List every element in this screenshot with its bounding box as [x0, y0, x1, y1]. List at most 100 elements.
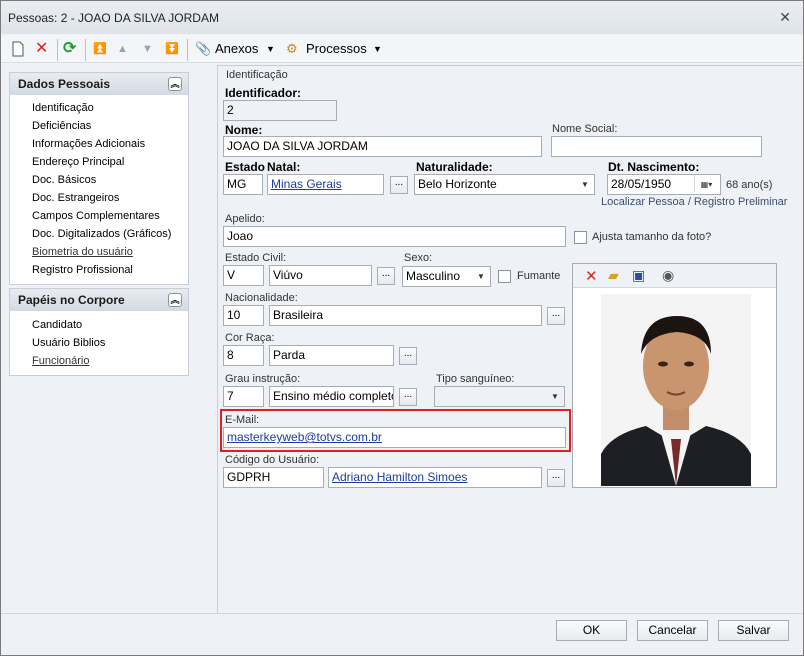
nav-deficiencias[interactable]: Deficiências	[32, 120, 91, 132]
save-button[interactable]: Salvar	[718, 620, 789, 641]
nav-usuario-biblios[interactable]: Usuário Biblios	[32, 337, 105, 349]
collapse-icon[interactable]: ︽	[168, 77, 182, 91]
nav-funcionario[interactable]: Funcionário	[32, 355, 89, 367]
nav-identificacao[interactable]: Identificação	[32, 102, 94, 114]
natal-link[interactable]: Minas Gerais	[271, 177, 342, 191]
grau-instrucao-code[interactable]: 7	[223, 386, 264, 407]
nome-social-label: Nome Social:	[552, 123, 618, 135]
last-record-icon[interactable]: ⏬	[165, 39, 179, 59]
nav-registro-profissional[interactable]: Registro Profissional	[32, 264, 133, 276]
fumante-checkbox[interactable]	[498, 270, 511, 283]
fumante-label: Fumante	[517, 270, 561, 282]
nav-doc-estrangeiros[interactable]: Doc. Estrangeiros	[32, 192, 119, 204]
estado-civil-field[interactable]: Viúvo	[269, 265, 372, 286]
dados-pessoais-header[interactable]: Dados Pessoais ︽	[10, 73, 188, 95]
estado-civil-lookup-button[interactable]: ...	[377, 267, 395, 285]
estado-label: Estado	[225, 160, 266, 174]
dt-nascimento-field[interactable]: 28/05/1950 ▦▾	[607, 174, 721, 195]
close-icon[interactable]: ✕	[779, 9, 791, 26]
sexo-value: Masculino	[406, 269, 461, 283]
tipo-sanguineo-select[interactable]: ▼	[434, 386, 565, 407]
nome-social-field[interactable]	[551, 136, 762, 157]
webcam-icon[interactable]: ◉	[662, 267, 674, 284]
nav-doc-basicos[interactable]: Doc. Básicos	[32, 174, 96, 186]
natal-lookup-button[interactable]: ...	[390, 176, 408, 194]
nacionalidade-field[interactable]: Brasileira	[269, 305, 542, 326]
nav-biometria[interactable]: Biometria do usuário	[32, 246, 133, 258]
nav-candidato[interactable]: Candidato	[32, 319, 82, 331]
attachments-icon[interactable]: 📎	[195, 39, 211, 59]
photo-toolbar: ✕ ▰ ▣ ◉	[573, 264, 776, 288]
chevron-down-icon[interactable]: ▼	[474, 269, 488, 284]
anexos-menu[interactable]: Anexos	[215, 39, 258, 59]
open-folder-icon[interactable]: ▰	[608, 267, 619, 284]
identificador-label: Identificador:	[225, 86, 302, 100]
chevron-down-icon[interactable]: ▼	[578, 177, 592, 192]
papeis-corpore-header[interactable]: Papéis no Corpore ︽	[10, 289, 188, 311]
cor-raca-lookup-button[interactable]: ...	[399, 347, 417, 365]
cor-raca-code[interactable]: 8	[223, 345, 264, 366]
nacionalidade-lookup-button[interactable]: ...	[547, 307, 565, 325]
nav-doc-digitalizados[interactable]: Doc. Digitalizados (Gráficos)	[32, 228, 171, 240]
ajusta-foto-label: Ajusta tamanho da foto?	[592, 231, 712, 243]
delete-icon[interactable]: ✕	[35, 39, 48, 59]
new-document-icon[interactable]	[11, 39, 25, 59]
next-record-icon[interactable]: ▼	[142, 39, 153, 59]
naturalidade-select[interactable]: Belo Horizonte ▼	[414, 174, 595, 195]
papeis-corpore-title: Papéis no Corpore	[18, 293, 125, 307]
refresh-icon[interactable]: ⟳	[63, 39, 76, 59]
cor-raca-label: Cor Raça:	[225, 332, 275, 344]
usuario-nome-link[interactable]: Adriano Hamilton Simoes	[332, 470, 467, 484]
cor-raca-field[interactable]: Parda	[269, 345, 394, 366]
first-record-icon[interactable]: ⏫	[93, 39, 107, 59]
natal-field[interactable]: Minas Gerais	[267, 174, 384, 195]
chevron-down-icon[interactable]: ▼	[548, 389, 562, 404]
apelido-label: Apelido:	[225, 213, 265, 225]
naturalidade-label: Naturalidade:	[416, 160, 493, 174]
dados-pessoais-title: Dados Pessoais	[18, 77, 111, 91]
nome-field[interactable]: JOAO DA SILVA JORDAM	[223, 136, 542, 157]
estado-field[interactable]: MG	[223, 174, 263, 195]
codigo-usuario-label: Código do Usuário:	[225, 454, 320, 466]
codigo-usuario-field[interactable]: GDPRH	[223, 467, 324, 488]
delete-photo-icon[interactable]: ✕	[585, 267, 598, 285]
section-title: Identificação	[226, 69, 288, 81]
nav-endereco-principal[interactable]: Endereço Principal	[32, 156, 124, 168]
nav-campos-complementares[interactable]: Campos Complementares	[32, 210, 160, 222]
window-title: Pessoas: 2 - JOAO DA SILVA JORDAM	[8, 11, 219, 25]
cancel-button[interactable]: Cancelar	[637, 620, 708, 641]
collapse-icon[interactable]: ︽	[168, 293, 182, 307]
ajusta-foto-checkbox[interactable]	[574, 231, 587, 244]
estado-civil-code[interactable]: V	[223, 265, 264, 286]
sexo-select[interactable]: Masculino ▼	[402, 266, 491, 287]
apelido-field[interactable]: Joao	[223, 226, 566, 247]
usuario-lookup-button[interactable]: ...	[547, 469, 565, 487]
anexos-dropdown-icon[interactable]: ▼	[266, 39, 275, 59]
estado-civil-label: Estado Civil:	[225, 252, 287, 264]
natal-label: Natal:	[267, 160, 301, 174]
usuario-nome-field[interactable]: Adriano Hamilton Simoes	[328, 467, 542, 488]
email-link[interactable]: masterkeyweb@totvs.com.br	[227, 430, 382, 444]
sexo-label: Sexo:	[404, 252, 433, 264]
processos-dropdown-icon[interactable]: ▼	[373, 39, 382, 59]
calendar-icon[interactable]: ▦▾	[694, 177, 718, 192]
save-photo-icon[interactable]: ▣	[632, 267, 645, 284]
tipo-sanguineo-label: Tipo sanguíneo:	[436, 373, 515, 385]
grau-instrucao-lookup-button[interactable]: ...	[399, 388, 417, 406]
dados-pessoais-group: Dados Pessoais ︽ Identificação Deficiênc…	[9, 72, 189, 285]
email-field[interactable]: masterkeyweb@totvs.com.br	[223, 427, 566, 448]
previous-record-icon[interactable]: ▲	[117, 39, 128, 59]
grau-instrucao-field[interactable]: Ensino médio completo	[269, 386, 394, 407]
identificador-field: 2	[223, 100, 337, 121]
toolbar: ✕ ⟳ ⏫ ▲ ▼ ⏬ 📎 Anexos ▼ ⚙ Processos ▼	[1, 35, 803, 63]
nome-label: Nome:	[225, 123, 263, 137]
dt-nascimento-label: Dt. Nascimento:	[608, 160, 700, 174]
idade-label: 68 ano(s)	[726, 179, 773, 191]
processos-menu[interactable]: Processos	[306, 39, 367, 59]
ok-button[interactable]: OK	[556, 620, 627, 641]
localizar-pessoa-link[interactable]: Localizar Pessoa / Registro Preliminar	[601, 196, 787, 208]
nacionalidade-code[interactable]: 10	[223, 305, 264, 326]
processes-icon[interactable]: ⚙	[286, 39, 298, 59]
nav-informacoes-adicionais[interactable]: Informações Adicionais	[32, 138, 145, 150]
person-photo	[601, 294, 751, 486]
